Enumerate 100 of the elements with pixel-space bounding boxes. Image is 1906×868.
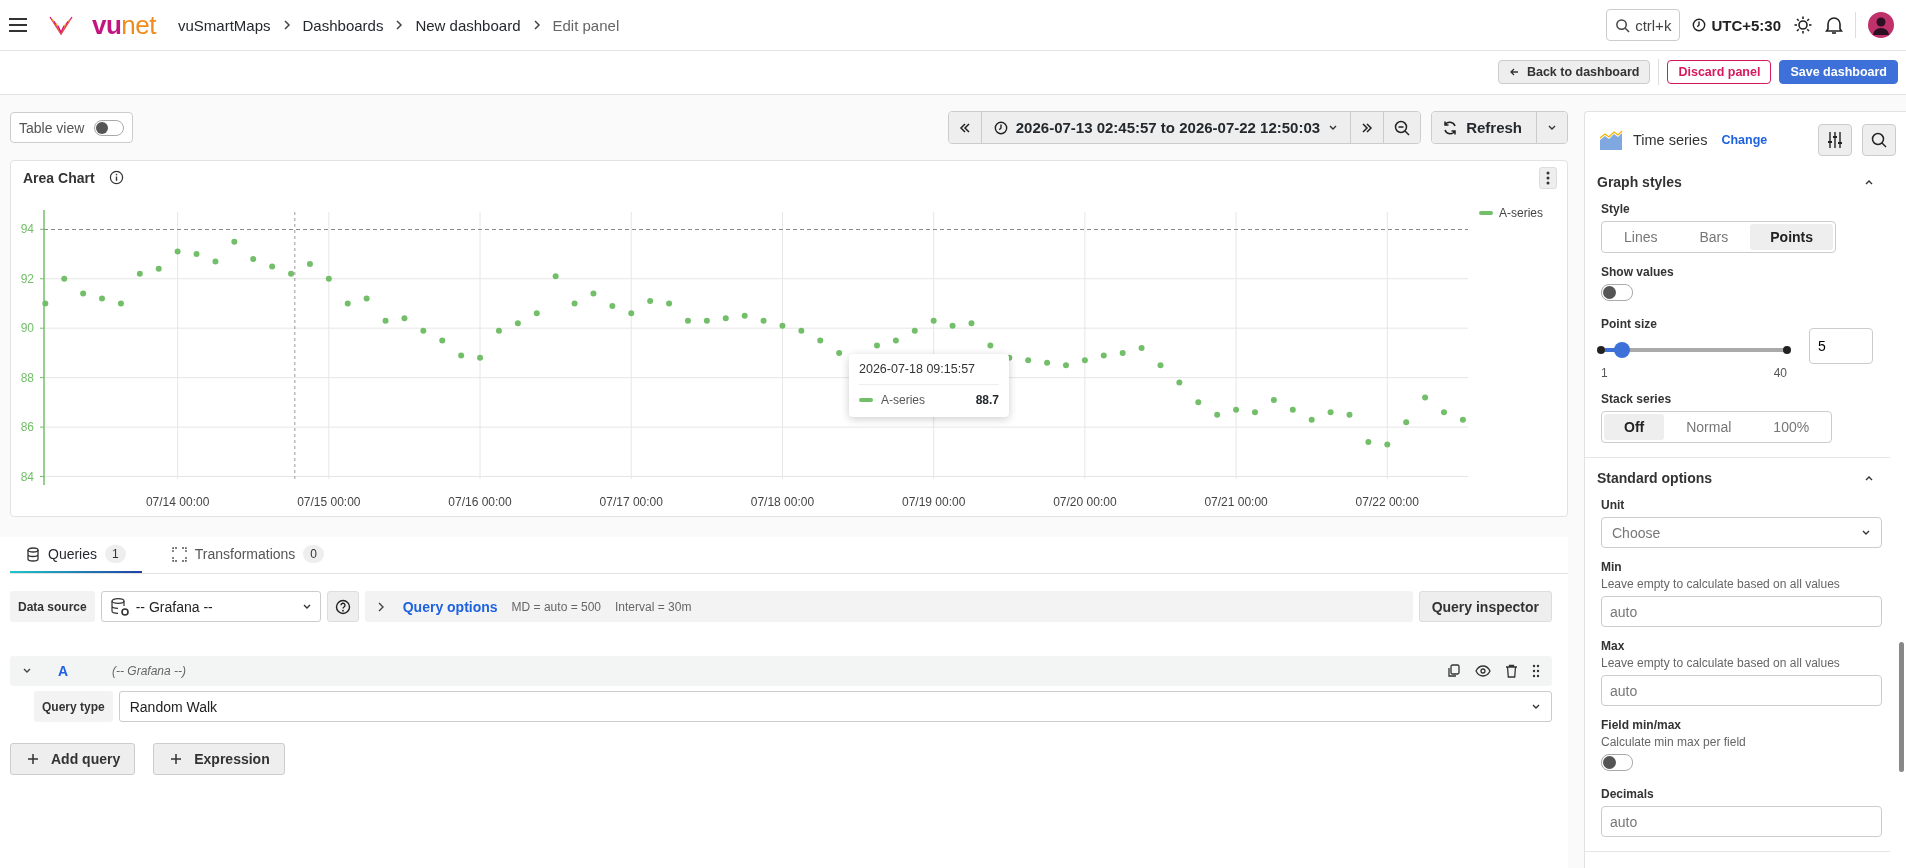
x-axis-label: 07/21 00:00 bbox=[1204, 495, 1268, 509]
data-point bbox=[1441, 409, 1447, 416]
zoom-out-button[interactable] bbox=[1383, 112, 1421, 143]
panel-menu-button[interactable] bbox=[1539, 166, 1557, 189]
bell-icon[interactable] bbox=[1825, 15, 1843, 35]
timezone-button[interactable]: UTC+5:30 bbox=[1692, 16, 1781, 34]
data-point bbox=[42, 300, 49, 307]
menu-icon[interactable] bbox=[8, 17, 28, 33]
segment-option[interactable]: Points bbox=[1750, 224, 1834, 250]
refresh-button[interactable]: Refresh bbox=[1432, 112, 1536, 143]
x-axis-label: 07/15 00:00 bbox=[297, 495, 361, 509]
data-point bbox=[1157, 362, 1164, 369]
query-source-text: (-- Grafana --) bbox=[112, 664, 186, 678]
input-field[interactable]: auto bbox=[1601, 596, 1882, 627]
tooltip-value: 88.7 bbox=[975, 393, 999, 407]
change-link[interactable]: Change bbox=[1721, 133, 1768, 147]
data-point bbox=[458, 352, 465, 359]
add-query-button[interactable]: Add query bbox=[10, 743, 136, 775]
drag-handle-icon[interactable] bbox=[1532, 664, 1540, 678]
search-icon bbox=[1615, 17, 1631, 33]
option-label: Point size bbox=[1601, 317, 1658, 331]
data-point bbox=[968, 320, 975, 327]
query-tab[interactable]: Queries 1 bbox=[10, 537, 142, 573]
kebab-icon bbox=[1546, 170, 1550, 185]
clock-icon bbox=[993, 120, 1008, 135]
data-point bbox=[212, 258, 219, 265]
query-type-dropdown[interactable]: Random Walk bbox=[118, 691, 1552, 722]
options-button[interactable] bbox=[1818, 124, 1852, 156]
data-point bbox=[741, 312, 748, 319]
input-field[interactable]: auto bbox=[1601, 806, 1882, 837]
data-point bbox=[514, 320, 521, 327]
count-badge: 0 bbox=[303, 545, 325, 563]
add-expression-button[interactable]: Expression bbox=[153, 743, 285, 775]
point-size-input[interactable]: 5 bbox=[1809, 328, 1873, 364]
info-icon[interactable] bbox=[108, 170, 124, 185]
toggle-switch[interactable] bbox=[1601, 754, 1633, 771]
data-point bbox=[117, 300, 124, 307]
copy-icon[interactable] bbox=[1447, 664, 1461, 678]
visualization-name: Time series bbox=[1633, 132, 1708, 148]
data-point bbox=[892, 337, 899, 344]
option-description: Leave empty to calculate based on all values bbox=[1601, 577, 1841, 591]
breadcrumb-link[interactable]: New dashboard bbox=[415, 16, 521, 34]
option-label: Field min/max bbox=[1601, 718, 1683, 732]
segment-option[interactable]: Off bbox=[1604, 414, 1665, 440]
data-point bbox=[911, 327, 918, 334]
chevron-up-icon[interactable] bbox=[1864, 178, 1874, 186]
back-button[interactable]: Back to dashboard bbox=[1497, 60, 1651, 84]
data-point bbox=[1195, 399, 1202, 406]
double-chevron-right-icon bbox=[1361, 122, 1374, 133]
search-button[interactable] bbox=[1862, 124, 1896, 156]
data-point bbox=[930, 317, 937, 324]
y-axis-label: 90 bbox=[20, 321, 34, 336]
slider-thumb[interactable] bbox=[1613, 342, 1630, 358]
chevron-up-icon[interactable] bbox=[1864, 474, 1874, 482]
caret-down-icon bbox=[301, 602, 312, 611]
query-name[interactable]: A bbox=[58, 663, 98, 679]
eye-icon[interactable] bbox=[1475, 665, 1491, 677]
shift-forward-button[interactable] bbox=[1350, 112, 1384, 143]
option-label: Decimals bbox=[1601, 787, 1655, 801]
data-point bbox=[722, 315, 729, 322]
trash-icon[interactable] bbox=[1505, 664, 1518, 678]
table-view-toggle[interactable]: Table view bbox=[10, 112, 134, 143]
query-options-link[interactable]: Query options bbox=[402, 598, 498, 615]
avatar-icon[interactable] bbox=[1868, 12, 1894, 38]
data-point bbox=[836, 349, 843, 356]
query-tab[interactable]: Transformations 0 bbox=[155, 537, 341, 573]
data-source-dropdown[interactable]: -- Grafana -- bbox=[100, 591, 321, 622]
breadcrumb-link[interactable]: Edit panel bbox=[552, 16, 620, 34]
segment-option[interactable]: Normal bbox=[1666, 414, 1752, 440]
data-point bbox=[1252, 409, 1258, 416]
section-title[interactable]: Standard options bbox=[1597, 470, 1713, 486]
section-title[interactable]: Graph styles bbox=[1597, 174, 1682, 190]
segment-option[interactable]: Lines bbox=[1604, 224, 1678, 250]
data-point bbox=[363, 295, 370, 302]
breadcrumb-link[interactable]: vuSmartMaps bbox=[178, 16, 271, 34]
discard-button[interactable]: Discard panel bbox=[1667, 60, 1772, 84]
data-point bbox=[439, 337, 446, 344]
y-axis-label: 86 bbox=[20, 420, 34, 435]
option-label: Unit bbox=[1601, 498, 1626, 512]
save-button[interactable]: Save dashboard bbox=[1779, 60, 1898, 84]
data-point bbox=[1327, 409, 1334, 416]
search-button[interactable]: ctrl+k bbox=[1606, 9, 1681, 41]
shift-back-button[interactable] bbox=[948, 112, 981, 143]
query-type-label: Query type bbox=[34, 691, 113, 722]
input-field[interactable]: auto bbox=[1601, 675, 1882, 706]
help-button[interactable] bbox=[326, 591, 359, 622]
option-label: Show values bbox=[1601, 265, 1675, 279]
data-point bbox=[760, 317, 767, 324]
data-point bbox=[798, 327, 805, 334]
query-inspector-button[interactable]: Query inspector bbox=[1418, 591, 1552, 622]
unit-select[interactable]: Choose bbox=[1601, 517, 1882, 548]
legend-label[interactable]: A-series bbox=[1499, 206, 1543, 220]
option-label: Max bbox=[1601, 639, 1626, 653]
segment-option[interactable]: Bars bbox=[1679, 224, 1749, 250]
toggle-switch[interactable] bbox=[1601, 284, 1633, 301]
sun-icon[interactable] bbox=[1793, 15, 1813, 35]
breadcrumb-link[interactable]: Dashboards bbox=[302, 16, 384, 34]
segment-option[interactable]: 100% bbox=[1753, 414, 1830, 440]
chevron-right-icon bbox=[532, 19, 541, 31]
time-range-picker[interactable]: 2026-07-13 02:45:57 to 2026-07-22 12:50:03 bbox=[980, 112, 1351, 143]
